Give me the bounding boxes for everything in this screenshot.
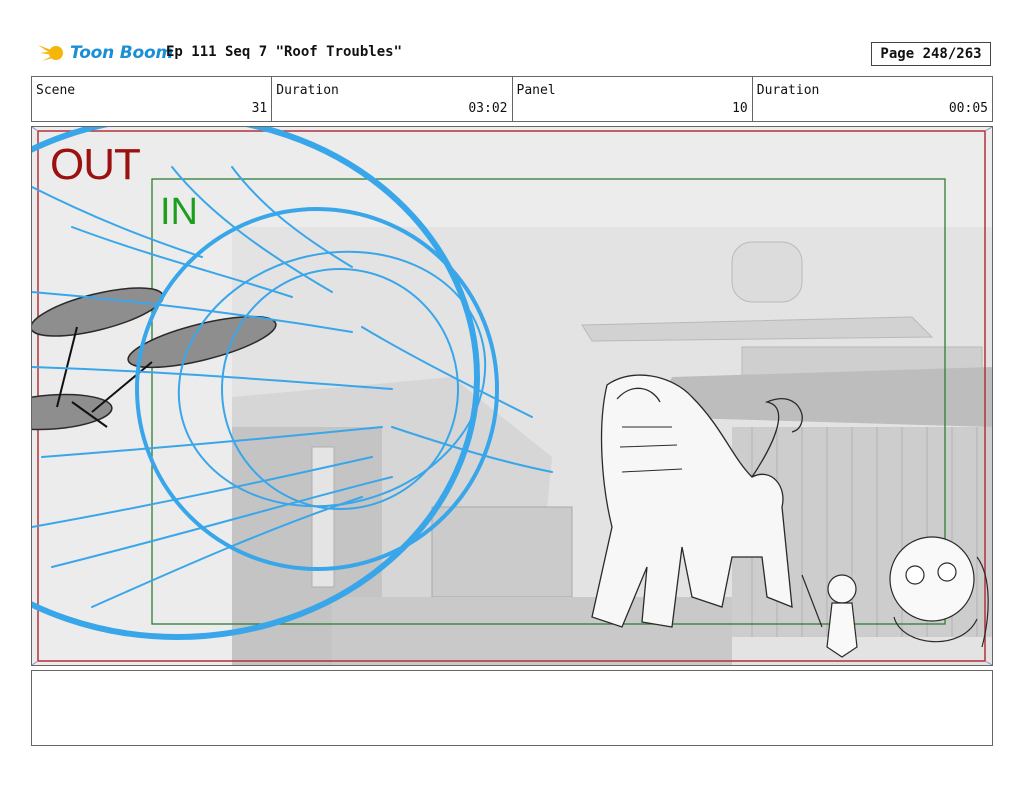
starburst-icon — [38, 45, 63, 61]
panel-label: Panel — [516, 83, 556, 98]
scene-value: 31 — [251, 101, 268, 116]
page-counter: Page 248/263 — [871, 42, 991, 66]
storyboard-panel: OUT IN — [31, 126, 993, 666]
panel-cell: Panel 10 — [513, 77, 753, 121]
scene-label: Scene — [36, 83, 76, 98]
document-title: Ep 111 Seq 7 "Roof Troubles" — [166, 44, 403, 60]
toon-boom-logo: Toon Boom — [34, 38, 173, 68]
in-label: IN — [160, 191, 198, 233]
scene-duration-cell: Duration 03:02 — [272, 77, 513, 121]
out-label: OUT — [50, 140, 141, 189]
info-row: Scene 31 Duration 03:02 Panel 10 Duratio… — [31, 76, 993, 122]
scene-cell: Scene 31 — [32, 77, 273, 121]
panel-notes-area[interactable] — [31, 670, 993, 746]
logo-text: Toon Boom — [70, 43, 174, 63]
scene-duration-label: Duration — [276, 83, 339, 98]
panel-duration-cell: Duration 00:05 — [753, 77, 992, 121]
panel-value: 10 — [732, 101, 748, 116]
panel-duration-value: 00:05 — [948, 101, 988, 116]
scene-duration-value: 03:02 — [468, 101, 508, 116]
panel-duration-label: Duration — [756, 83, 820, 98]
